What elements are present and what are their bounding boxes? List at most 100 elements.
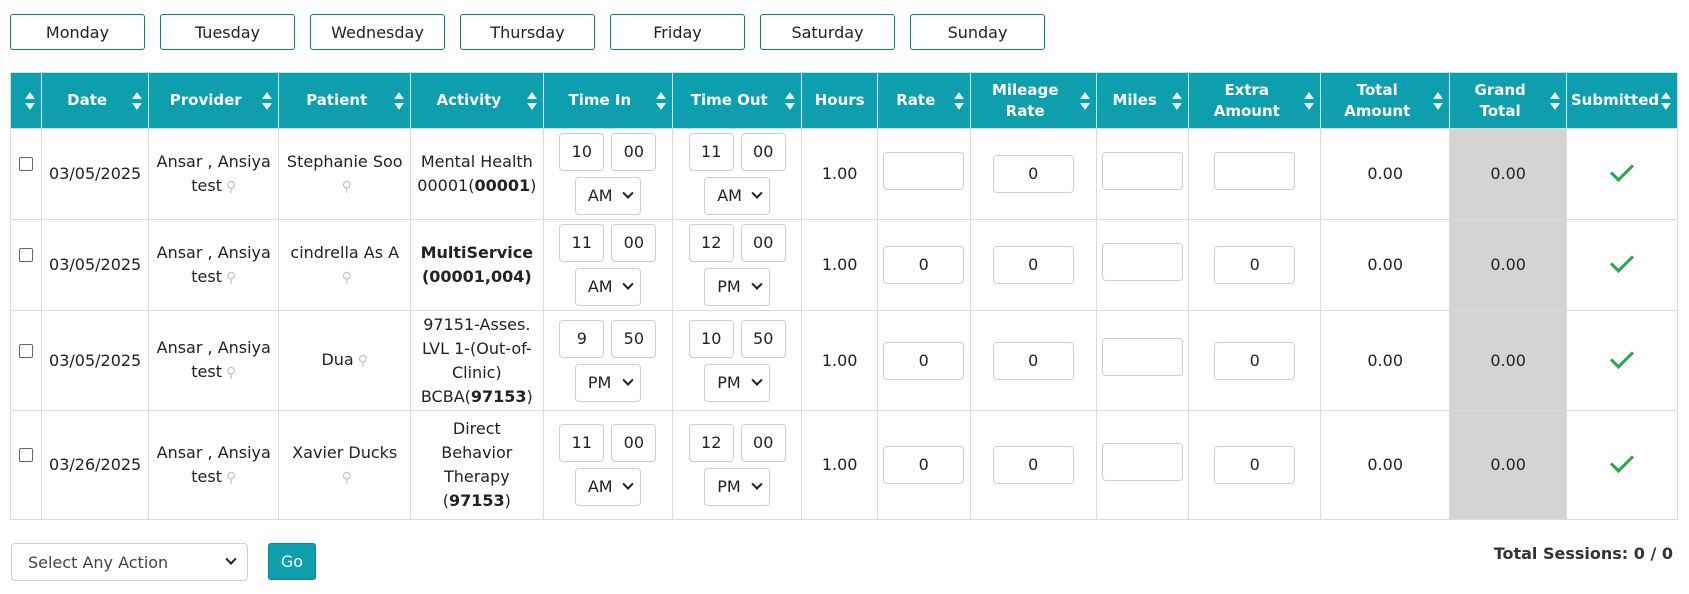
time-out-ampm-select[interactable]: PM <box>704 363 771 402</box>
row-select-cell <box>9 410 43 520</box>
time-out-ampm-select[interactable]: PM <box>704 268 771 306</box>
time-in-minute-input[interactable]: 00 <box>611 224 657 262</box>
sort-icon[interactable] <box>526 91 537 110</box>
link-icon[interactable]: ⚲ <box>226 470 236 486</box>
grand-total-column-header[interactable]: Grand Total <box>1449 72 1567 129</box>
submitted-column-header[interactable]: Submitted <box>1565 72 1679 129</box>
row-checkbox[interactable] <box>19 343 34 358</box>
miles-input[interactable] <box>1102 442 1184 481</box>
miles-column-header[interactable]: Miles <box>1095 72 1190 129</box>
total-amount-column-header[interactable]: Total Amount <box>1320 72 1451 129</box>
day-button-monday[interactable]: Monday <box>10 14 145 50</box>
time-in-cell: 11 00 AM <box>542 410 674 520</box>
time-out-minute-input[interactable]: 00 <box>740 424 786 462</box>
link-icon[interactable]: ⚲ <box>358 353 368 369</box>
time-out-column-header[interactable]: Time Out <box>672 72 803 129</box>
extra-amount-input[interactable]: 0 <box>1214 341 1296 380</box>
row-checkbox[interactable] <box>19 248 34 262</box>
time-in-ampm-select[interactable]: PM <box>574 363 641 402</box>
time-in-hour-input[interactable]: 11 <box>559 224 605 262</box>
select-column-header[interactable] <box>9 72 43 129</box>
day-button-saturday[interactable]: Saturday <box>760 14 895 50</box>
time-out-hour-input[interactable]: 12 <box>688 224 734 262</box>
link-icon[interactable]: ⚲ <box>226 270 236 286</box>
extra-amount-input[interactable]: 0 <box>1214 246 1296 284</box>
go-button[interactable]: Go <box>268 543 316 580</box>
sort-icon[interactable] <box>656 91 667 110</box>
hours-column-header[interactable]: Hours <box>801 72 878 129</box>
extra-amount-column-header[interactable]: Extra Amount <box>1188 72 1322 129</box>
time-out-minute-input[interactable]: 50 <box>740 319 786 358</box>
time-out-hour-input[interactable]: 12 <box>688 424 734 462</box>
sort-icon[interactable] <box>1079 91 1090 110</box>
sort-icon[interactable] <box>394 91 405 110</box>
link-icon[interactable]: ⚲ <box>342 470 352 486</box>
table-row: 03/05/2025 Ansar , Ansiya test ⚲ cindrella… <box>9 219 1679 311</box>
time-out-cell: 12 00 PM <box>672 410 803 520</box>
time-in-column-header[interactable]: Time In <box>542 72 674 129</box>
time-out-hour-input[interactable]: 11 <box>688 133 734 171</box>
miles-input[interactable] <box>1102 151 1184 190</box>
row-checkbox[interactable] <box>19 157 34 171</box>
time-in-hour-input[interactable]: 11 <box>559 424 605 462</box>
provider-cell: Ansar , Ansiya test ⚲ <box>147 410 280 520</box>
time-out-ampm-select[interactable]: PM <box>704 468 771 506</box>
time-in-minute-input[interactable]: 50 <box>611 319 657 358</box>
time-in-ampm-select[interactable]: AM <box>574 177 641 215</box>
mileage-rate-input[interactable]: 0 <box>992 446 1074 484</box>
table-header-row: Date Provider Patient Activity Time In T… <box>9 72 1679 129</box>
day-button-sunday[interactable]: Sunday <box>910 14 1045 50</box>
rate-input[interactable] <box>883 151 965 190</box>
sort-icon[interactable] <box>953 91 964 110</box>
mileage-rate-input[interactable]: 0 <box>992 155 1074 193</box>
row-select-cell <box>9 219 43 311</box>
time-out-hour-input[interactable]: 10 <box>688 319 734 358</box>
sort-icon[interactable] <box>785 91 796 110</box>
sort-icon[interactable] <box>25 91 36 110</box>
date-cell: 03/26/2025 <box>41 410 149 520</box>
rate-input[interactable]: 0 <box>883 246 965 284</box>
sort-icon[interactable] <box>1549 91 1560 110</box>
row-checkbox[interactable] <box>19 448 34 462</box>
sort-icon[interactable] <box>262 91 273 110</box>
date-cell: 03/05/2025 <box>41 310 149 411</box>
sort-icon[interactable] <box>1661 91 1671 110</box>
sort-icon[interactable] <box>1433 91 1444 110</box>
time-in-hour-input[interactable]: 10 <box>559 133 605 171</box>
rate-input[interactable]: 0 <box>883 341 965 380</box>
provider-column-header[interactable]: Provider <box>147 72 280 129</box>
time-in-hour-input[interactable]: 9 <box>559 319 605 358</box>
date-column-header[interactable]: Date <box>41 72 149 129</box>
day-button-friday[interactable]: Friday <box>610 14 745 50</box>
day-button-tuesday[interactable]: Tuesday <box>160 14 295 50</box>
rate-input[interactable]: 0 <box>883 446 965 484</box>
activity-column-header[interactable]: Activity <box>410 72 544 129</box>
sort-icon[interactable] <box>1304 91 1315 110</box>
miles-input[interactable] <box>1102 338 1184 376</box>
rate-column-header[interactable]: Rate <box>876 72 971 129</box>
link-icon[interactable]: ⚲ <box>342 270 352 286</box>
miles-input[interactable] <box>1102 242 1184 281</box>
time-out-minute-input[interactable]: 00 <box>740 224 786 262</box>
link-icon[interactable]: ⚲ <box>226 179 236 195</box>
day-button-thursday[interactable]: Thursday <box>460 14 595 50</box>
extra-amount-input[interactable] <box>1214 151 1296 190</box>
time-in-minute-input[interactable]: 00 <box>611 133 657 171</box>
day-button-wednesday[interactable]: Wednesday <box>310 14 445 50</box>
time-in-ampm-select[interactable]: AM <box>574 468 641 506</box>
sort-icon[interactable] <box>1172 91 1183 110</box>
patient-column-header[interactable]: Patient <box>278 72 412 129</box>
link-icon[interactable]: ⚲ <box>226 365 236 381</box>
mileage-rate-input[interactable]: 0 <box>992 246 1074 284</box>
time-out-minute-input[interactable]: 00 <box>740 133 786 171</box>
sort-icon[interactable] <box>132 91 142 110</box>
bulk-action-select[interactable]: Select Any Action <box>11 543 248 581</box>
time-out-ampm-select[interactable]: AM <box>704 177 771 215</box>
mileage-rate-input[interactable]: 0 <box>992 341 1074 380</box>
mileage-rate-column-header[interactable]: Mileage Rate <box>969 72 1097 129</box>
time-in-minute-input[interactable]: 00 <box>611 424 657 462</box>
total-sessions-label: Total Sessions: 0 / 0 <box>1493 544 1673 563</box>
extra-amount-input[interactable]: 0 <box>1214 446 1296 484</box>
link-icon[interactable]: ⚲ <box>342 179 352 195</box>
time-in-ampm-select[interactable]: AM <box>574 268 641 306</box>
